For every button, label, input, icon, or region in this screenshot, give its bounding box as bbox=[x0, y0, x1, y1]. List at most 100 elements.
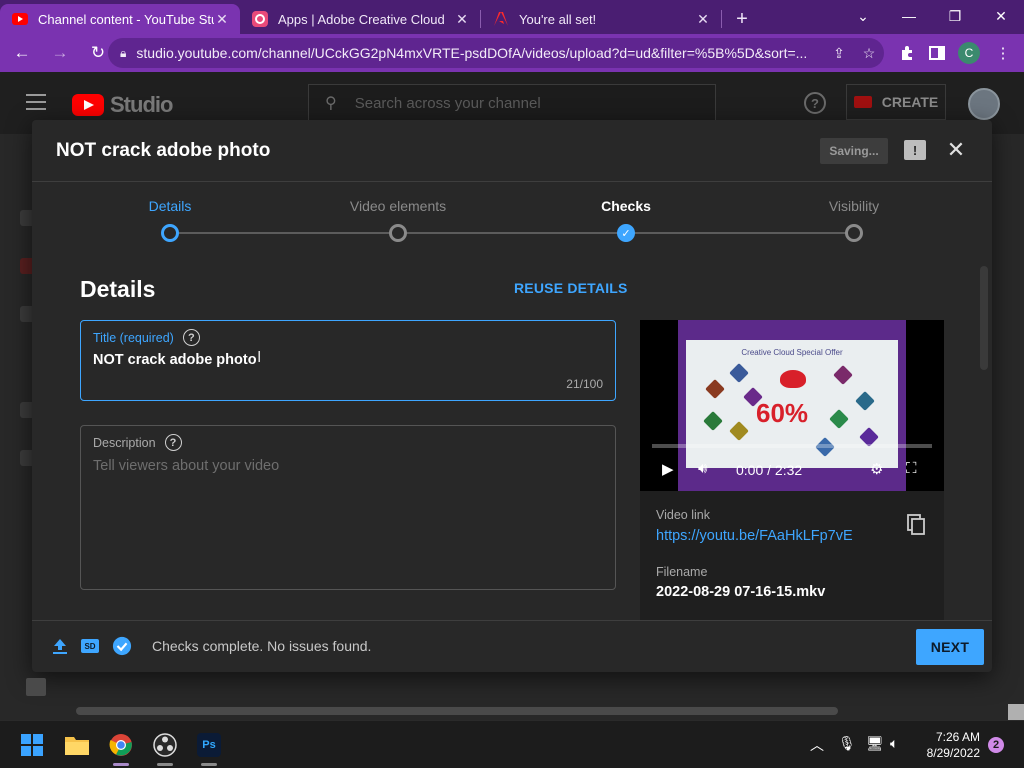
play-icon[interactable]: ▶ bbox=[662, 460, 674, 478]
close-window-icon[interactable]: ✕ bbox=[978, 0, 1024, 32]
upload-icon[interactable] bbox=[50, 636, 70, 656]
address-bar[interactable]: 🔒︎ studio.youtube.com/channel/UCckGG2pN4… bbox=[108, 38, 884, 68]
chrome-icon[interactable] bbox=[107, 731, 135, 759]
dialog-scrollbar[interactable] bbox=[980, 266, 988, 370]
tab-all-set[interactable]: You're all set! ✕ bbox=[481, 4, 721, 34]
create-label: CREATE bbox=[881, 94, 939, 110]
checkmark-icon[interactable]: ✓ bbox=[617, 224, 635, 242]
close-dialog-button[interactable]: ✕ bbox=[944, 136, 968, 164]
volume-icon[interactable]: 🔊︎ bbox=[698, 460, 707, 477]
sd-quality-icon[interactable]: SD bbox=[80, 636, 100, 656]
tray-overflow-icon[interactable]: ︿ bbox=[810, 735, 824, 755]
title-field[interactable]: Title (required) ? NOT crack adobe photo… bbox=[80, 320, 616, 401]
windows-start-icon[interactable] bbox=[18, 731, 46, 759]
checks-status-text: Checks complete. No issues found. bbox=[152, 638, 372, 654]
obs-icon[interactable] bbox=[151, 731, 179, 759]
system-clock[interactable]: 7:26 AM 8/29/2022 bbox=[908, 729, 980, 761]
menu-icon[interactable] bbox=[26, 94, 46, 110]
thumbnail-content: Creative Cloud Special Offer 60% bbox=[686, 340, 898, 468]
help-circle-icon[interactable]: ? bbox=[164, 434, 182, 451]
tab-title: You're all set! bbox=[519, 11, 597, 27]
search-icon: ⚲ bbox=[325, 95, 337, 112]
cube-shape bbox=[855, 391, 875, 411]
file-explorer-icon[interactable] bbox=[63, 731, 91, 759]
video-player[interactable]: Creative Cloud Special Offer 60% ▶ 🔊︎ 0:… bbox=[640, 320, 944, 491]
channel-avatar[interactable] bbox=[968, 88, 1000, 120]
search-placeholder: Search across your channel bbox=[354, 94, 541, 112]
step-checks[interactable]: Checks bbox=[546, 198, 706, 214]
tab-youtube-studio[interactable]: Channel content - YouTube Studio ✕ bbox=[0, 4, 240, 34]
playback-time: 0:00 / 2:32 bbox=[736, 462, 803, 478]
profile-button[interactable]: C bbox=[954, 38, 984, 68]
minimize-icon[interactable]: — bbox=[886, 0, 932, 32]
cube-shape bbox=[729, 363, 749, 383]
description-field[interactable]: Description ? Tell viewers about your vi… bbox=[80, 425, 616, 590]
microphone-icon[interactable]: 🎙︎ bbox=[838, 735, 856, 752]
help-icon[interactable]: ? bbox=[804, 92, 826, 114]
cube-shape bbox=[705, 379, 725, 399]
feedback-chat-icon bbox=[26, 678, 46, 696]
cube-shape bbox=[833, 365, 853, 385]
forward-icon[interactable]: → bbox=[44, 37, 76, 69]
volume-tray-icon[interactable]: 🔈︎ bbox=[890, 735, 898, 752]
video-preview-card: Creative Cloud Special Offer 60% ▶ 🔊︎ 0:… bbox=[640, 320, 944, 620]
description-input[interactable]: Tell viewers about your video bbox=[93, 458, 279, 474]
next-button[interactable]: NEXT bbox=[916, 629, 984, 665]
notification-badge[interactable]: 2 bbox=[988, 737, 1004, 753]
upload-stepper: Details Video elements Checks Visibility… bbox=[32, 182, 992, 246]
settings-gear-icon[interactable]: ⚙ bbox=[870, 460, 883, 478]
youtube-logo-icon bbox=[72, 94, 104, 116]
side-panel-icon[interactable] bbox=[922, 38, 952, 68]
extensions-icon[interactable] bbox=[892, 38, 922, 68]
section-title: Details bbox=[80, 276, 156, 302]
close-tab-icon[interactable]: ✕ bbox=[695, 11, 711, 27]
tab-search-icon[interactable]: ⌄ bbox=[840, 0, 886, 32]
step-dot-video-elements[interactable] bbox=[389, 224, 407, 242]
photoshop-icon[interactable]: Ps bbox=[195, 731, 223, 759]
tab-title: Apps | Adobe Creative Cloud bbox=[278, 11, 445, 27]
browser-menu-icon[interactable]: ⋮ bbox=[988, 38, 1018, 68]
share-icon[interactable]: ⇪ bbox=[824, 45, 854, 62]
back-icon[interactable]: ← bbox=[6, 37, 38, 69]
dialog-body: Details REUSE DETAILS Title (required) ?… bbox=[32, 246, 992, 620]
bookmark-star-icon[interactable]: ☆ bbox=[854, 45, 884, 62]
step-details[interactable]: Details bbox=[90, 198, 250, 214]
clock-time: 7:26 AM bbox=[935, 730, 980, 744]
step-video-elements[interactable]: Video elements bbox=[318, 198, 478, 214]
restore-icon[interactable]: ❐ bbox=[932, 0, 978, 32]
filename-value: 2022-08-29 07-16-15.mkv bbox=[656, 584, 826, 600]
reuse-details-button[interactable]: REUSE DETAILS bbox=[514, 280, 628, 296]
adobe-icon bbox=[493, 11, 509, 27]
step-dot-visibility[interactable] bbox=[845, 224, 863, 242]
video-link[interactable]: https://youtu.be/FAaHkLFp7vE bbox=[656, 528, 853, 544]
channel-search[interactable]: ⚲ Search across your channel bbox=[308, 84, 716, 122]
lock-icon[interactable]: 🔒︎ bbox=[120, 46, 126, 61]
dialog-header: NOT crack adobe photo Saving... ! ✕ bbox=[32, 120, 992, 182]
tab-adobe-apps[interactable]: Apps | Adobe Creative Cloud ✕ bbox=[240, 4, 480, 34]
gift-bow-shape bbox=[780, 370, 806, 388]
windows-taskbar: Ps ︿ 🎙︎ 🖥︎ 🔈︎ 7:26 AM 8/29/2022 2 bbox=[0, 720, 1024, 768]
window-controls: ⌄ — ❐ ✕ bbox=[840, 0, 1024, 34]
studio-logo[interactable]: Studio bbox=[72, 92, 173, 118]
title-input[interactable]: NOT crack adobe photo bbox=[93, 352, 257, 368]
checks-complete-icon[interactable] bbox=[112, 636, 132, 656]
photoshop-label: Ps bbox=[197, 733, 221, 757]
create-button[interactable]: CREATE bbox=[846, 84, 946, 120]
network-icon[interactable]: 🖥︎ bbox=[866, 735, 884, 752]
dialog-title: NOT crack adobe photo bbox=[56, 140, 271, 161]
url-text[interactable]: studio.youtube.com/channel/UCckGG2pN4mxV… bbox=[136, 45, 824, 61]
adobe-cc-icon bbox=[252, 11, 268, 27]
feedback-icon[interactable]: ! bbox=[904, 140, 926, 160]
step-dot-details[interactable] bbox=[161, 224, 179, 242]
close-tab-icon[interactable]: ✕ bbox=[214, 11, 230, 27]
step-visibility[interactable]: Visibility bbox=[774, 198, 934, 214]
playback-progress[interactable] bbox=[652, 444, 932, 448]
active-app-indicator bbox=[113, 763, 129, 766]
close-tab-icon[interactable]: ✕ bbox=[454, 11, 470, 27]
fullscreen-icon[interactable]: ⛶ bbox=[906, 460, 917, 477]
copy-icon[interactable] bbox=[906, 514, 926, 536]
new-tab-button[interactable]: + bbox=[728, 4, 756, 34]
title-char-count: 21/100 bbox=[566, 377, 603, 391]
horizontal-scrollbar[interactable] bbox=[76, 707, 838, 715]
help-circle-icon[interactable]: ? bbox=[182, 329, 200, 346]
